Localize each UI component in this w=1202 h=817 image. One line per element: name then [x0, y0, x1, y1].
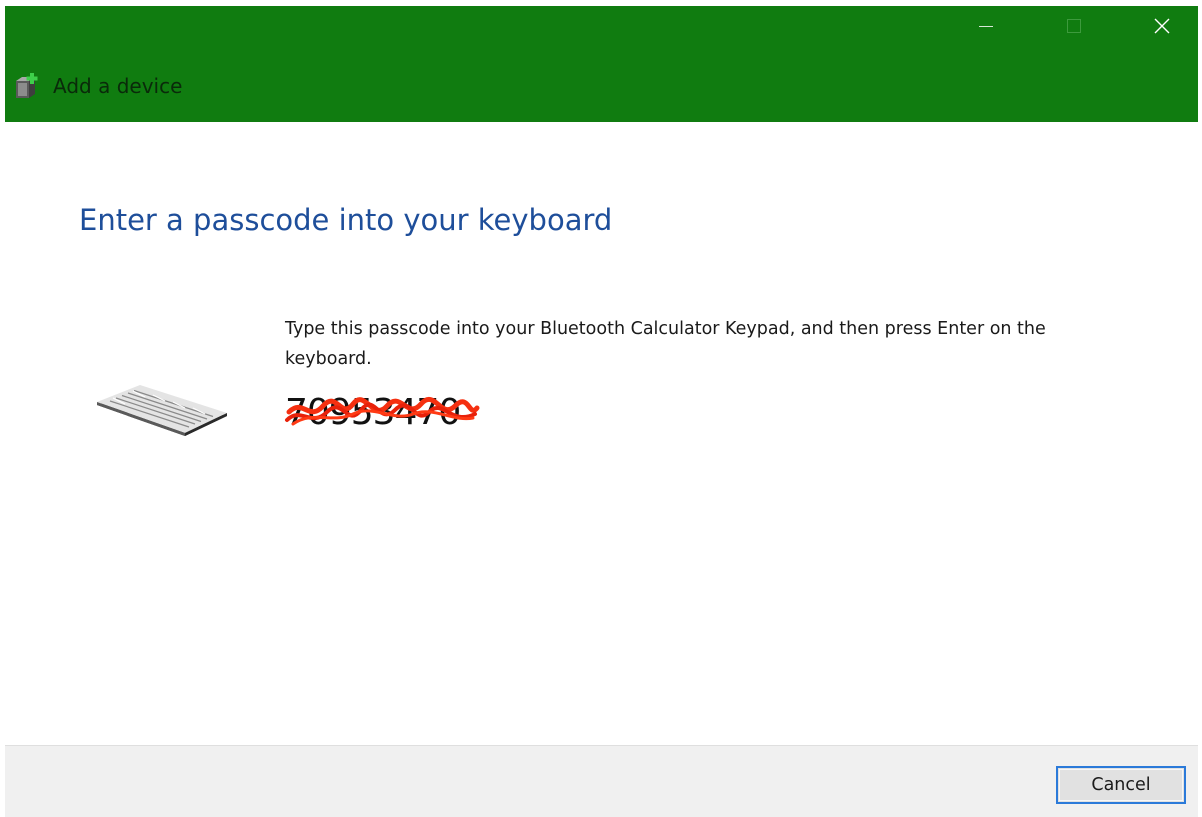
- minimize-icon: [979, 25, 993, 27]
- instruction-text: Type this passcode into your Bluetooth C…: [285, 319, 1046, 369]
- maximize-button[interactable]: [1051, 6, 1097, 46]
- title-bar[interactable]: Add a device: [5, 6, 1198, 122]
- footer-bar: Cancel: [5, 745, 1198, 817]
- close-button[interactable]: [1139, 6, 1185, 46]
- maximize-icon: [1067, 19, 1081, 33]
- close-icon: [1154, 18, 1170, 34]
- window-title: Add a device: [53, 74, 183, 98]
- redaction-scribble: [285, 396, 480, 426]
- page-heading: Enter a passcode into your keyboard: [79, 203, 613, 237]
- cancel-button[interactable]: Cancel: [1056, 766, 1186, 804]
- minimize-button[interactable]: [963, 6, 1009, 46]
- passcode-display: 70953470: [283, 390, 483, 440]
- keyboard-image: [97, 385, 227, 436]
- add-device-icon: [16, 73, 38, 98]
- add-device-window: Add a device Enter a passcode into your …: [5, 6, 1198, 817]
